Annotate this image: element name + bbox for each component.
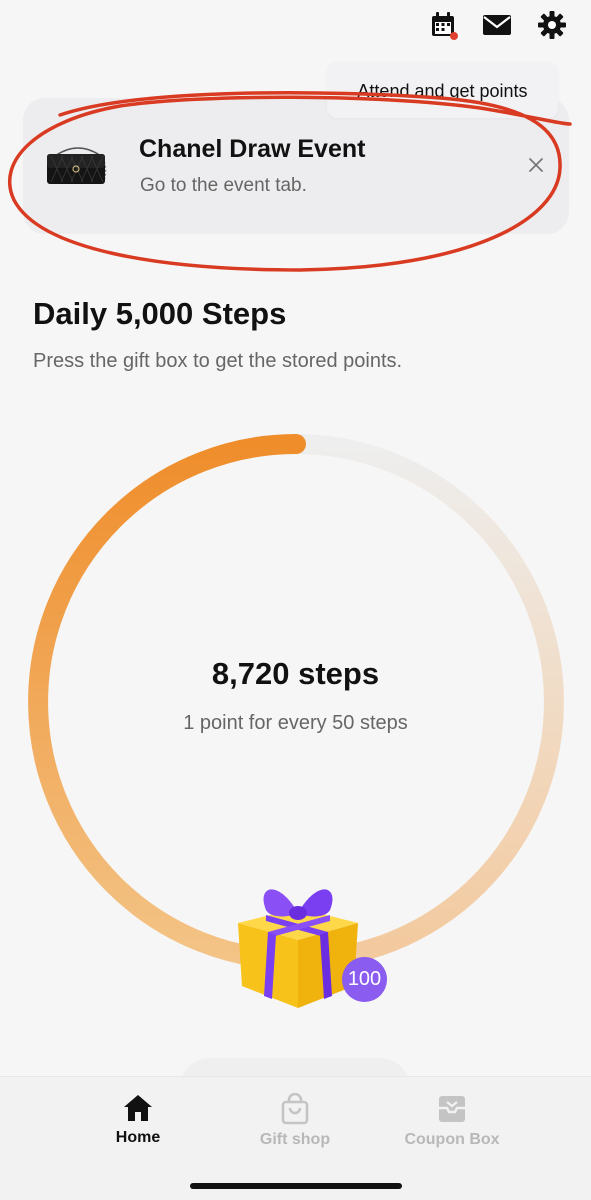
tab-home[interactable]: Home: [105, 1093, 171, 1147]
tab-gift-shop[interactable]: Gift shop: [247, 1093, 343, 1149]
gear-icon[interactable]: [535, 8, 569, 42]
inbox-icon: [439, 1096, 465, 1122]
banner-title: Chanel Draw Event: [139, 135, 366, 163]
tab-label: Home: [115, 1129, 161, 1146]
close-icon[interactable]: [523, 152, 549, 178]
home-indicator: [190, 1183, 402, 1189]
steps-count: 8,720 steps: [211, 656, 380, 691]
ring-progress-cap: [286, 434, 306, 454]
page-title: Daily 5,000 Steps: [33, 296, 287, 331]
top-bar: [0, 0, 591, 56]
tab-coupon-box[interactable]: Coupon Box: [400, 1093, 504, 1149]
gift-box-button[interactable]: [228, 868, 368, 1018]
tab-bar: Home Gift shop Coupon Box: [0, 1076, 591, 1200]
chanel-bag-image: [45, 144, 111, 188]
mail-icon[interactable]: [480, 8, 514, 42]
calendar-icon[interactable]: [426, 8, 460, 42]
banner-subtitle: Go to the event tab.: [140, 175, 307, 196]
page-subtitle: Press the gift box to get the stored poi…: [33, 350, 403, 372]
shopping-bag-icon: [281, 1093, 309, 1125]
points-rate: 1 point for every 50 steps: [183, 712, 408, 734]
tab-label: Gift shop: [259, 1131, 331, 1148]
event-banner[interactable]: Chanel Draw Event Go to the event tab.: [23, 98, 569, 234]
gift-points-badge: 100: [342, 957, 387, 1002]
attendance-tooltip: Attend and get points: [327, 62, 558, 118]
home-icon: [124, 1095, 152, 1121]
tooltip-text: Attend and get points: [357, 80, 528, 101]
tab-label: Coupon Box: [404, 1131, 500, 1148]
